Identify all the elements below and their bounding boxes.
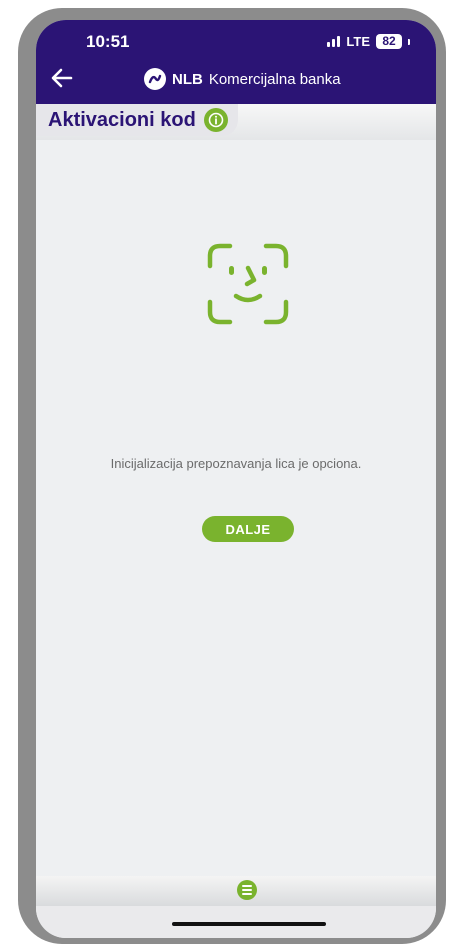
app-header: 10:51 LTE 82 NLB Komercijalna banka [36, 20, 436, 104]
arrow-left-icon [51, 68, 73, 88]
home-indicator[interactable] [172, 922, 326, 926]
system-nav-bar [36, 906, 436, 938]
info-message: Inicijalizacija prepoznavanja lica je op… [110, 456, 362, 471]
next-button[interactable]: DALJE [202, 516, 294, 542]
menu-button[interactable] [237, 880, 257, 900]
nlb-logo-icon [144, 68, 166, 90]
brand-logo-block: NLB Komercijalna banka [144, 68, 341, 90]
face-id-icon [207, 243, 289, 325]
info-icon [208, 112, 224, 128]
signal-icon [327, 36, 341, 47]
menu-icon [242, 885, 252, 887]
back-button[interactable] [48, 64, 76, 92]
title-bar: Aktivacioni kod [36, 104, 436, 140]
battery-icon: 82 [376, 34, 402, 49]
network-type: LTE [346, 34, 370, 49]
page-title: Aktivacioni kod [48, 108, 196, 131]
info-button[interactable] [203, 108, 228, 132]
brand-name: Komercijalna banka [208, 70, 341, 88]
status-indicators: LTE 82 [327, 34, 410, 49]
status-time: 10:51 [86, 32, 130, 51]
battery-tip [408, 38, 410, 45]
bottom-bar [36, 876, 436, 906]
app-screen: 10:51 LTE 82 NLB Komercijalna banka Akti… [36, 20, 436, 938]
title-tab: Aktivacioni kod [36, 104, 238, 136]
brand-name-bold: NLB [172, 70, 203, 88]
